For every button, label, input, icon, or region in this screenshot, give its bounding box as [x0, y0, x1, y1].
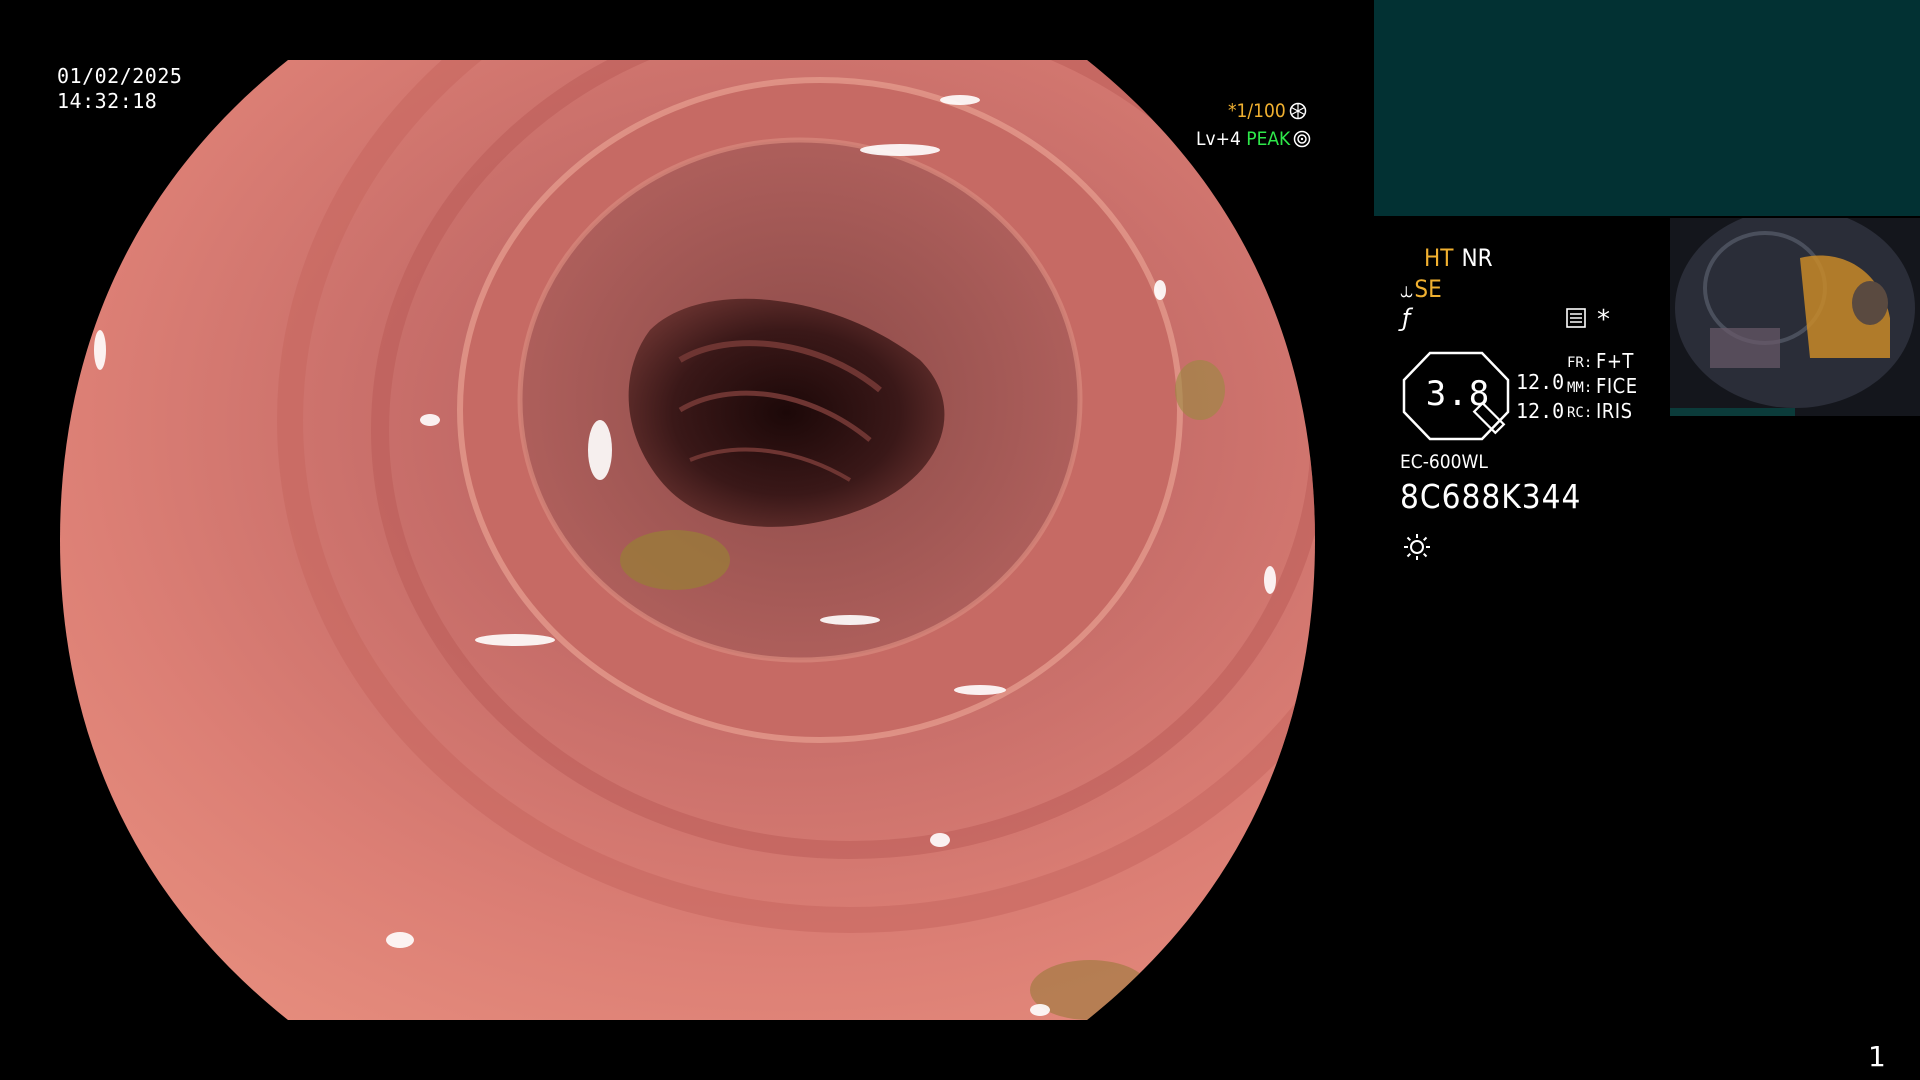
light-sun-icon [1404, 534, 1430, 560]
rc-value: IRIS [1596, 399, 1633, 423]
asterisk-marker: * [1597, 305, 1610, 335]
mm-value: FICE [1596, 374, 1638, 398]
ht-nr-row: HT NR [1424, 244, 1493, 272]
function-icon: ƒ [1402, 304, 1411, 332]
scope-serial: 8C688K344 [1400, 477, 1582, 516]
time-label: 14:32:18 [57, 89, 158, 113]
document-icon [1566, 308, 1586, 328]
nr-label: NR [1461, 244, 1493, 272]
date-label: 01/02/2025 [57, 64, 183, 88]
scope-model: EC-600WL [1400, 451, 1488, 473]
pip-camera-view [1670, 218, 1920, 416]
setting-value-2: 12.0 [1516, 399, 1565, 423]
fr-key: FR: [1567, 355, 1593, 371]
zoom-value: 3.8 [1425, 374, 1491, 414]
structure-enhance-icon: ⥿ [1400, 278, 1413, 303]
endoscope-view [60, 60, 1315, 1020]
rc-key: RC: [1567, 405, 1593, 421]
shutter-value: *1/100 [1228, 100, 1286, 122]
metering-mode: PEAK [1246, 128, 1291, 150]
level-value: Lv+4 [1196, 128, 1241, 150]
level-setting: Lv+4 PEAK [1196, 128, 1311, 150]
aperture-icon [1289, 102, 1307, 120]
ht-label: HT [1424, 244, 1454, 272]
page-number: 1 [1868, 1040, 1886, 1073]
target-icon [1294, 130, 1311, 148]
teal-info-panel [1374, 0, 1920, 216]
mm-key: MM: [1567, 380, 1593, 396]
setting-value-1: 12.0 [1516, 370, 1565, 394]
se-label: SE [1414, 275, 1442, 303]
fr-value: F+T [1596, 349, 1634, 373]
shutter-setting: *1/100 [1228, 100, 1307, 122]
se-row: ⥿SE [1400, 275, 1442, 303]
